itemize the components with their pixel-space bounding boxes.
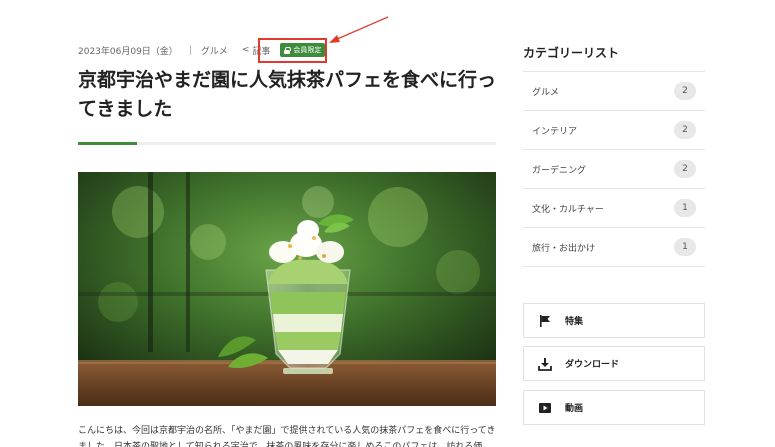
category-item-gourmet[interactable]: グルメ 2 (523, 72, 705, 111)
annotation-highlight-box (258, 38, 327, 63)
download-icon (538, 357, 552, 371)
video-icon (538, 401, 552, 415)
breadcrumb-marker: < (241, 45, 250, 55)
category-list: グルメ 2 インテリア 2 ガーデニング 2 文化・カルチャー 1 旅行・お出か… (523, 71, 705, 267)
category-label: ガーデニング (532, 165, 587, 176)
category-item-culture[interactable]: 文化・カルチャー 1 (523, 189, 705, 228)
article-title: 京都宇治やまだ園に人気抹茶パフェを食べに行ってきました (78, 69, 497, 120)
category-label: グルメ (532, 87, 560, 98)
download-link-label: ダウンロード (565, 360, 620, 370)
title-underline (78, 142, 496, 145)
category-count-badge: 2 (674, 82, 696, 100)
category-count-badge: 1 (674, 238, 696, 256)
category-label: インテリア (532, 126, 578, 137)
category-item-gardening[interactable]: ガーデニング 2 (523, 150, 705, 189)
category-list-heading: カテゴリーリスト (523, 46, 620, 60)
hero-image (78, 172, 496, 406)
flag-icon (538, 314, 552, 328)
feature-link-label: 特集 (565, 317, 584, 327)
video-link-label: 動画 (565, 404, 584, 414)
category-label: 文化・カルチャー (532, 204, 604, 215)
download-link-button[interactable]: ダウンロード (523, 346, 705, 381)
category-item-travel[interactable]: 旅行・お出かけ 1 (523, 228, 705, 267)
annotation-arrow-icon (329, 16, 389, 43)
publish-date: 2023年06月09日（金） (78, 46, 178, 57)
category-count-badge: 1 (674, 199, 696, 217)
category-item-interior[interactable]: インテリア 2 (523, 111, 705, 150)
category-count-badge: 2 (674, 121, 696, 139)
video-link-button[interactable]: 動画 (523, 390, 705, 425)
meta-divider (189, 45, 191, 55)
article-intro-text: こんにちは、今回は京都宇治の名所、「やまだ園」で提供されている人気の抹茶パフェを… (78, 426, 496, 447)
category-label: 旅行・お出かけ (532, 243, 596, 254)
category-count-badge: 2 (674, 160, 696, 178)
category-link[interactable]: グルメ (201, 44, 228, 57)
feature-link-button[interactable]: 特集 (523, 303, 705, 338)
